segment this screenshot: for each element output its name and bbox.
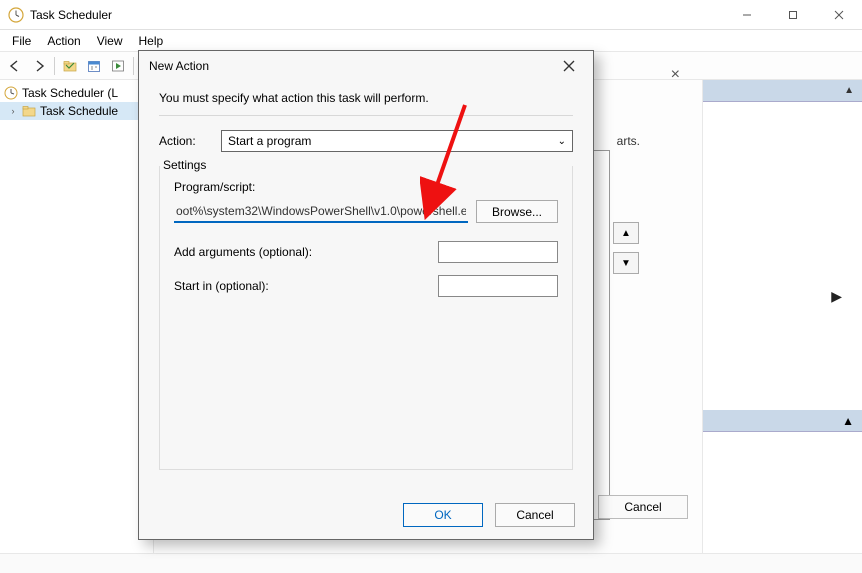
- dialog-instruction: You must specify what action this task w…: [159, 87, 573, 115]
- actions-header[interactable]: ▲: [703, 80, 862, 102]
- tree-pane: Task Scheduler (L › Task Schedule: [0, 80, 154, 573]
- maximize-button[interactable]: [770, 0, 816, 30]
- collapse-up-icon: ▲: [842, 414, 854, 428]
- settings-group: Program/script: Browse... Add arguments …: [159, 166, 573, 470]
- arguments-label: Add arguments (optional):: [174, 245, 430, 259]
- divider: [159, 115, 573, 116]
- tree-root[interactable]: Task Scheduler (L: [0, 84, 153, 102]
- toolbar-separator: [54, 57, 55, 75]
- program-script-input[interactable]: [174, 200, 468, 223]
- bg-close-icon[interactable]: ×: [671, 66, 680, 84]
- statusbar: [0, 553, 862, 573]
- tree-expand-icon[interactable]: ›: [8, 106, 18, 116]
- expand-arrow-icon[interactable]: ▶: [831, 288, 842, 305]
- chevron-down-icon: ⌄: [558, 136, 566, 147]
- menu-help[interactable]: Help: [131, 32, 172, 50]
- titlebar: Task Scheduler: [0, 0, 862, 30]
- actions-pane: ▲ ▶ ▲: [702, 80, 862, 573]
- dialog-titlebar[interactable]: New Action: [139, 51, 593, 81]
- tree-root-label: Task Scheduler (L: [22, 86, 118, 100]
- actions-group-header[interactable]: ▲: [703, 410, 862, 432]
- ok-button[interactable]: OK: [403, 503, 483, 527]
- forward-button[interactable]: [28, 55, 50, 77]
- minimize-button[interactable]: [724, 0, 770, 30]
- folder-icon: [22, 104, 36, 118]
- bg-text-arts: arts.: [617, 134, 640, 148]
- bg-move-down-button[interactable]: ▼: [613, 252, 639, 274]
- action-dropdown-value: Start a program: [228, 134, 311, 148]
- menubar: File Action View Help: [0, 30, 862, 52]
- clock-icon: [4, 86, 18, 100]
- dialog-close-button[interactable]: [555, 56, 583, 76]
- browse-button[interactable]: Browse...: [476, 200, 558, 223]
- new-action-dialog: New Action You must specify what action …: [138, 50, 594, 540]
- bg-move-up-button[interactable]: ▲: [613, 222, 639, 244]
- program-script-label: Program/script:: [174, 180, 558, 194]
- startin-input[interactable]: [438, 275, 558, 297]
- menu-view[interactable]: View: [89, 32, 131, 50]
- toolbar-separator: [133, 57, 134, 75]
- startin-label: Start in (optional):: [174, 279, 430, 293]
- app-icon: [8, 7, 24, 23]
- run-icon[interactable]: [107, 55, 129, 77]
- close-button[interactable]: [816, 0, 862, 30]
- tree-child-label: Task Schedule: [40, 104, 118, 118]
- action-label: Action:: [159, 134, 211, 148]
- collapse-up-icon: ▲: [844, 85, 854, 96]
- calendar-icon[interactable]: [83, 55, 105, 77]
- bg-cancel-button[interactable]: Cancel: [598, 495, 688, 519]
- folder-icon[interactable]: [59, 55, 81, 77]
- window-title: Task Scheduler: [30, 8, 112, 22]
- tree-child[interactable]: › Task Schedule: [0, 102, 153, 120]
- back-button[interactable]: [4, 55, 26, 77]
- menu-file[interactable]: File: [4, 32, 39, 50]
- cancel-button[interactable]: Cancel: [495, 503, 575, 527]
- action-dropdown[interactable]: Start a program ⌄: [221, 130, 573, 152]
- dialog-title: New Action: [149, 59, 209, 73]
- arguments-input[interactable]: [438, 241, 558, 263]
- menu-action[interactable]: Action: [39, 32, 88, 50]
